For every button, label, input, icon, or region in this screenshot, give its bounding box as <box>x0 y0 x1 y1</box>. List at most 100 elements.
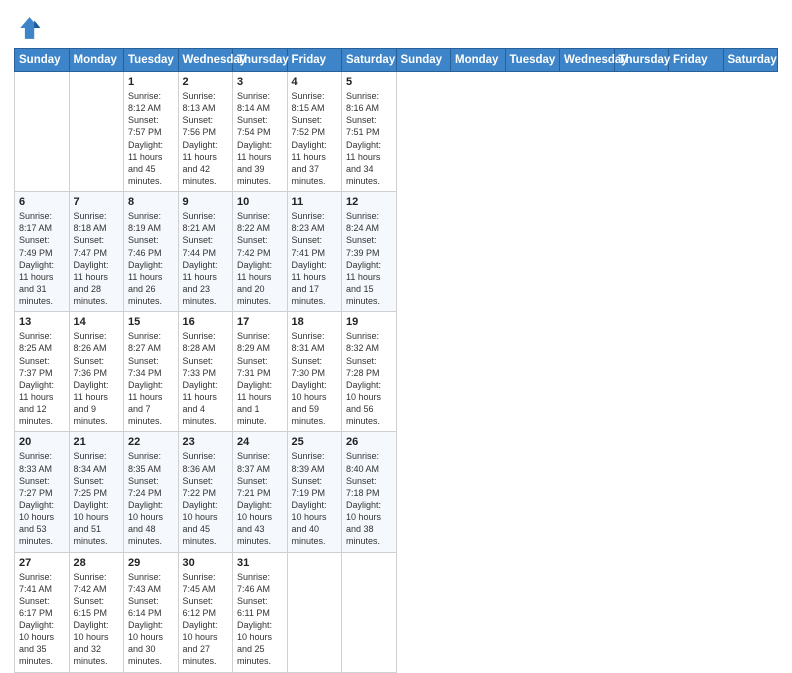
day-info: Sunrise: 7:46 AMSunset: 6:11 PMDaylight:… <box>237 571 283 668</box>
weekday-header-thursday: Thursday <box>614 49 669 72</box>
week-row-4: 27 Sunrise: 7:41 AMSunset: 6:17 PMDayligh… <box>15 552 778 672</box>
day-info: Sunrise: 8:22 AMSunset: 7:42 PMDaylight:… <box>237 210 283 307</box>
day-number: 8 <box>128 196 174 208</box>
calendar-cell: 14 Sunrise: 8:26 AMSunset: 7:36 PMDayligh… <box>69 312 124 432</box>
day-info: Sunrise: 8:34 AMSunset: 7:25 PMDaylight:… <box>74 450 120 547</box>
logo-icon <box>14 14 42 42</box>
calendar-cell <box>342 552 397 672</box>
weekday-header-friday: Friday <box>669 49 724 72</box>
day-info: Sunrise: 8:28 AMSunset: 7:33 PMDaylight:… <box>183 330 229 427</box>
calendar-cell: 18 Sunrise: 8:31 AMSunset: 7:30 PMDayligh… <box>287 312 342 432</box>
page: SundayMondayTuesdayWednesdayThursdayFrid… <box>0 0 792 612</box>
calendar-cell: 11 Sunrise: 8:23 AMSunset: 7:41 PMDayligh… <box>287 192 342 312</box>
day-number: 21 <box>74 436 120 448</box>
calendar-cell: 27 Sunrise: 7:41 AMSunset: 6:17 PMDayligh… <box>15 552 70 672</box>
calendar-cell <box>15 72 70 192</box>
day-number: 2 <box>183 76 229 88</box>
day-number: 19 <box>346 316 392 328</box>
day-info: Sunrise: 8:25 AMSunset: 7:37 PMDaylight:… <box>19 330 65 427</box>
day-number: 23 <box>183 436 229 448</box>
day-info: Sunrise: 8:12 AMSunset: 7:57 PMDaylight:… <box>128 90 174 187</box>
weekday-header-saturday: Saturday <box>723 49 778 72</box>
day-number: 12 <box>346 196 392 208</box>
day-info: Sunrise: 8:16 AMSunset: 7:51 PMDaylight:… <box>346 90 392 187</box>
day-number: 15 <box>128 316 174 328</box>
calendar-cell: 25 Sunrise: 8:39 AMSunset: 7:19 PMDayligh… <box>287 432 342 552</box>
weekday-header-wednesday: Wednesday <box>178 49 233 72</box>
calendar-cell <box>287 552 342 672</box>
day-info: Sunrise: 8:17 AMSunset: 7:49 PMDaylight:… <box>19 210 65 307</box>
day-number: 22 <box>128 436 174 448</box>
calendar-cell: 12 Sunrise: 8:24 AMSunset: 7:39 PMDayligh… <box>342 192 397 312</box>
day-number: 5 <box>346 76 392 88</box>
day-number: 29 <box>128 557 174 569</box>
week-row-1: 6Sunrise: 8:17 AMSunset: 7:49 PMDaylight… <box>15 192 778 312</box>
calendar-cell: 9 Sunrise: 8:21 AMSunset: 7:44 PMDaylight… <box>178 192 233 312</box>
day-number: 24 <box>237 436 283 448</box>
day-number: 1 <box>128 76 174 88</box>
day-info: Sunrise: 7:42 AMSunset: 6:15 PMDaylight:… <box>74 571 120 668</box>
day-info: Sunrise: 7:45 AMSunset: 6:12 PMDaylight:… <box>183 571 229 668</box>
calendar-cell: 30 Sunrise: 7:45 AMSunset: 6:12 PMDayligh… <box>178 552 233 672</box>
day-info: Sunrise: 8:24 AMSunset: 7:39 PMDaylight:… <box>346 210 392 307</box>
day-info: Sunrise: 8:21 AMSunset: 7:44 PMDaylight:… <box>183 210 229 307</box>
calendar-cell: 4 Sunrise: 8:15 AMSunset: 7:52 PMDaylight… <box>287 72 342 192</box>
weekday-header-saturday: Saturday <box>342 49 397 72</box>
calendar-cell: 22 Sunrise: 8:35 AMSunset: 7:24 PMDayligh… <box>124 432 179 552</box>
weekday-header-monday: Monday <box>69 49 124 72</box>
calendar-cell: 15Sunrise: 8:27 AMSunset: 7:34 PMDayligh… <box>124 312 179 432</box>
calendar-cell: 26Sunrise: 8:40 AMSunset: 7:18 PMDayligh… <box>342 432 397 552</box>
day-number: 7 <box>74 196 120 208</box>
calendar-cell: 2 Sunrise: 8:13 AMSunset: 7:56 PMDaylight… <box>178 72 233 192</box>
day-number: 10 <box>237 196 283 208</box>
header <box>14 10 778 42</box>
day-number: 20 <box>19 436 65 448</box>
day-number: 16 <box>183 316 229 328</box>
calendar-cell: 21 Sunrise: 8:34 AMSunset: 7:25 PMDayligh… <box>69 432 124 552</box>
day-info: Sunrise: 7:41 AMSunset: 6:17 PMDaylight:… <box>19 571 65 668</box>
day-info: Sunrise: 8:23 AMSunset: 7:41 PMDaylight:… <box>292 210 338 307</box>
calendar-cell: 17Sunrise: 8:29 AMSunset: 7:31 PMDayligh… <box>233 312 288 432</box>
weekday-header-tuesday: Tuesday <box>124 49 179 72</box>
weekday-header-sunday: Sunday <box>15 49 70 72</box>
calendar-cell: 5 Sunrise: 8:16 AMSunset: 7:51 PMDaylight… <box>342 72 397 192</box>
weekday-header-friday: Friday <box>287 49 342 72</box>
weekday-header-wednesday: Wednesday <box>560 49 615 72</box>
weekday-header-tuesday: Tuesday <box>505 49 560 72</box>
day-number: 9 <box>183 196 229 208</box>
day-number: 25 <box>292 436 338 448</box>
day-info: Sunrise: 8:19 AMSunset: 7:46 PMDaylight:… <box>128 210 174 307</box>
day-number: 11 <box>292 196 338 208</box>
day-info: Sunrise: 8:35 AMSunset: 7:24 PMDaylight:… <box>128 450 174 547</box>
calendar-cell: 24 Sunrise: 8:37 AMSunset: 7:21 PMDayligh… <box>233 432 288 552</box>
day-number: 26 <box>346 436 392 448</box>
day-number: 4 <box>292 76 338 88</box>
day-info: Sunrise: 8:15 AMSunset: 7:52 PMDaylight:… <box>292 90 338 187</box>
weekday-header-thursday: Thursday <box>233 49 288 72</box>
calendar-cell: 1 Sunrise: 8:12 AMSunset: 7:57 PMDaylight… <box>124 72 179 192</box>
calendar-cell: 10 Sunrise: 8:22 AMSunset: 7:42 PMDayligh… <box>233 192 288 312</box>
calendar-cell: 6Sunrise: 8:17 AMSunset: 7:49 PMDaylight… <box>15 192 70 312</box>
day-info: Sunrise: 8:31 AMSunset: 7:30 PMDaylight:… <box>292 330 338 427</box>
calendar-cell: 8 Sunrise: 8:19 AMSunset: 7:46 PMDaylight… <box>124 192 179 312</box>
calendar-cell: 31 Sunrise: 7:46 AMSunset: 6:11 PMDayligh… <box>233 552 288 672</box>
day-number: 18 <box>292 316 338 328</box>
day-number: 31 <box>237 557 283 569</box>
calendar-cell: 13 Sunrise: 8:25 AMSunset: 7:37 PMDayligh… <box>15 312 70 432</box>
day-number: 13 <box>19 316 65 328</box>
calendar-cell: 19Sunrise: 8:32 AMSunset: 7:28 PMDayligh… <box>342 312 397 432</box>
day-number: 27 <box>19 557 65 569</box>
day-info: Sunrise: 7:43 AMSunset: 6:14 PMDaylight:… <box>128 571 174 668</box>
day-number: 3 <box>237 76 283 88</box>
calendar-cell <box>69 72 124 192</box>
day-number: 17 <box>237 316 283 328</box>
week-row-2: 13 Sunrise: 8:25 AMSunset: 7:37 PMDayligh… <box>15 312 778 432</box>
day-info: Sunrise: 8:18 AMSunset: 7:47 PMDaylight:… <box>74 210 120 307</box>
week-row-0: 1 Sunrise: 8:12 AMSunset: 7:57 PMDaylight… <box>15 72 778 192</box>
day-info: Sunrise: 8:39 AMSunset: 7:19 PMDaylight:… <box>292 450 338 547</box>
day-number: 14 <box>74 316 120 328</box>
day-info: Sunrise: 8:37 AMSunset: 7:21 PMDaylight:… <box>237 450 283 547</box>
day-info: Sunrise: 8:26 AMSunset: 7:36 PMDaylight:… <box>74 330 120 427</box>
day-number: 30 <box>183 557 229 569</box>
day-info: Sunrise: 8:13 AMSunset: 7:56 PMDaylight:… <box>183 90 229 187</box>
